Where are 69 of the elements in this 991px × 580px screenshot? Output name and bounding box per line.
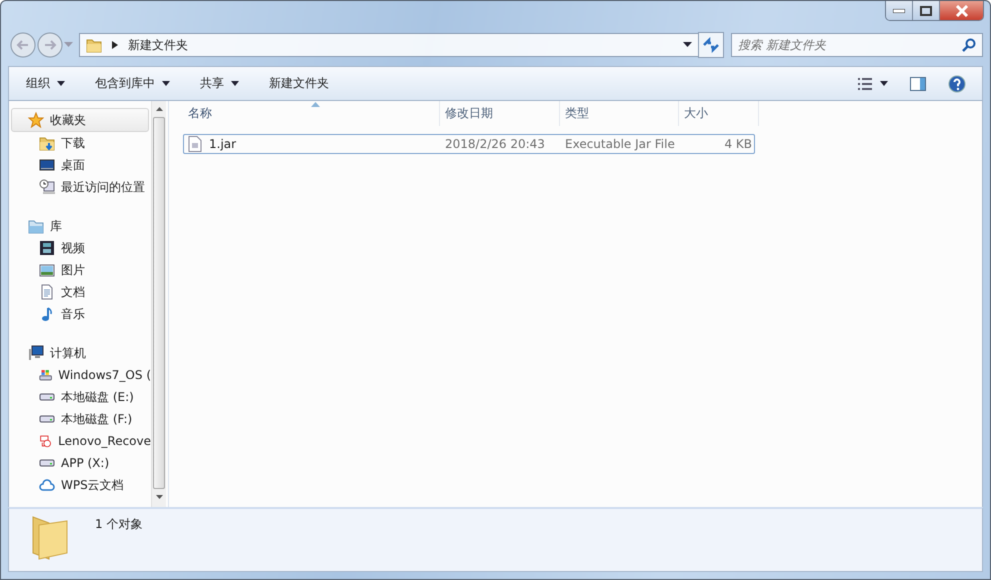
toolbar-button[interactable]: 组织	[19, 71, 72, 96]
sidebar-item[interactable]: 图片	[9, 259, 151, 281]
file-size: 4 KB	[724, 137, 752, 151]
sidebar-item[interactable]: 本地磁盘 (F:)	[9, 408, 151, 430]
star-icon	[28, 112, 44, 128]
sidebar-item[interactable]: 库	[9, 215, 149, 237]
sidebar-item[interactable]: 最近访问的位置	[9, 176, 151, 198]
status-text: 1 个对象	[95, 516, 142, 533]
column-header[interactable]: 修改日期	[440, 101, 560, 126]
toolbar-button[interactable]: 包含到库中	[88, 71, 177, 96]
caret-icon	[64, 42, 73, 48]
folder-icon	[39, 135, 55, 151]
folder-icon	[28, 218, 44, 234]
maximize-icon	[920, 6, 932, 16]
refresh-button[interactable]	[698, 32, 724, 58]
music-note-icon	[39, 306, 55, 322]
sidebar-item[interactable]: WPS云文档	[9, 474, 151, 496]
file-date: 2018/2/26 20:43	[445, 137, 545, 151]
scroll-down-icon[interactable]	[156, 495, 162, 499]
sidebar-item[interactable]: 收藏夹	[11, 108, 149, 132]
computer-clock-icon	[39, 179, 55, 195]
film-icon	[39, 240, 55, 256]
sidebar-item[interactable]: Windows7_OS (	[9, 364, 151, 386]
sidebar-item[interactable]: APP (X:)	[9, 452, 151, 474]
sidebar-item[interactable]: Lenovo_Recove	[9, 430, 151, 452]
close-icon	[954, 4, 968, 16]
sort-arrow-icon	[311, 102, 320, 107]
column-header[interactable]: 大小	[679, 101, 759, 126]
document-icon	[39, 284, 55, 300]
toolbar-button[interactable]: 共享	[193, 71, 246, 96]
caret-icon	[162, 81, 170, 86]
search-icon	[962, 38, 976, 52]
minimize-icon	[893, 8, 905, 12]
sidebar-item[interactable]: 音乐	[9, 303, 151, 325]
sidebar-item[interactable]: 文档	[9, 281, 151, 303]
file-name: 1.jar	[209, 137, 236, 151]
caret-icon	[231, 81, 239, 86]
refresh-icon	[702, 37, 720, 53]
sidebar-item[interactable]: 本地磁盘 (E:)	[9, 386, 151, 408]
scrollbar[interactable]	[151, 101, 166, 507]
chevron-icon	[112, 41, 118, 49]
toolbar-button[interactable]: 新建文件夹	[262, 71, 336, 96]
caret-icon	[880, 81, 888, 86]
sidebar-item[interactable]: 计算机	[9, 342, 149, 364]
maximize-button[interactable]	[913, 1, 940, 20]
file-type: Executable Jar File	[565, 137, 675, 151]
scroll-up-icon[interactable]	[156, 107, 162, 111]
cloud-icon	[39, 477, 55, 493]
sidebar-item[interactable]: 视频	[9, 237, 151, 259]
caret-icon	[683, 42, 692, 48]
breadcrumb[interactable]: 新建文件夹	[128, 36, 188, 54]
file-icon	[188, 136, 202, 152]
folder-icon	[86, 37, 102, 53]
column-header[interactable]: 名称	[183, 101, 440, 126]
caret-icon	[57, 81, 65, 86]
search-field[interactable]: 搜索 新建文件夹	[731, 33, 983, 57]
list-view-icon	[857, 76, 873, 90]
address-bar[interactable]: 新建文件夹	[79, 33, 699, 57]
sidebar-item[interactable]: 桌面	[9, 154, 151, 176]
pane-icon	[910, 76, 926, 90]
column-header[interactable]: 类型	[560, 101, 679, 126]
sidebar-item[interactable]: 下载	[9, 132, 151, 154]
help-icon	[948, 74, 966, 92]
computer-icon	[28, 345, 44, 361]
minimize-button[interactable]	[886, 1, 913, 20]
close-button[interactable]	[940, 1, 983, 20]
monitor-icon	[39, 157, 55, 173]
file-row[interactable]: 1.jar 2018/2/26 20:43 Executable Jar File 4 KB	[183, 134, 755, 154]
picture-icon	[39, 262, 55, 278]
